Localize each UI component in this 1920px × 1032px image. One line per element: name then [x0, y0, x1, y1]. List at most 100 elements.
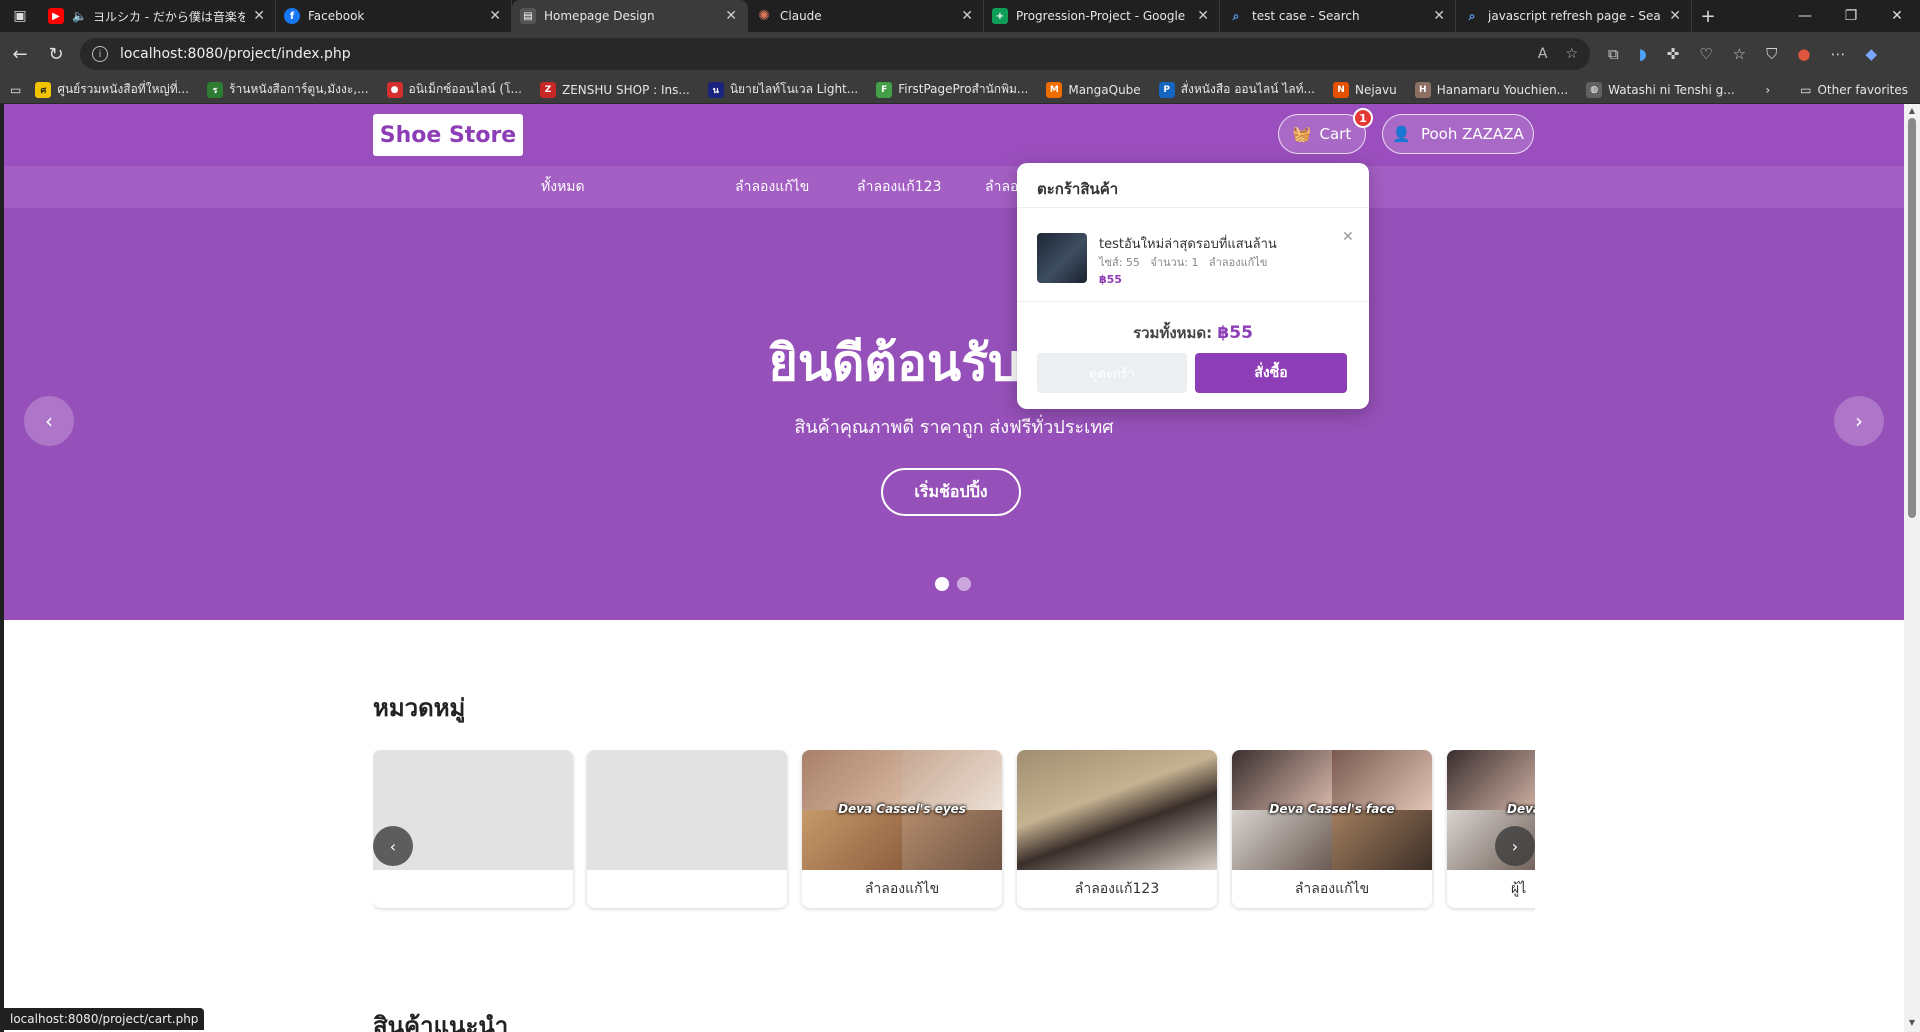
extensions-toolbar: ⧉ ◗ ✜ ♡ ☆ ⛉ ● ⋯ ◆: [1608, 45, 1877, 63]
close-tab-icon[interactable]: ✕: [1197, 8, 1209, 24]
bookmarks-bar: ▭ ศศูนย์รวมหนังสือที่ใหญ่ที่... รร้านหนั…: [0, 76, 1920, 104]
category-label: ลำลองแก้123: [1074, 881, 1160, 897]
carousel-dot[interactable]: [957, 577, 971, 591]
puzzle-icon[interactable]: ✜: [1667, 45, 1680, 63]
scroll-up-icon[interactable]: ▲: [1904, 106, 1920, 115]
cart-item-image: [1037, 233, 1087, 283]
bookmark-icon: N: [1332, 81, 1349, 98]
tab-title: Facebook: [308, 9, 365, 23]
scrollbar-thumb[interactable]: [1908, 118, 1916, 518]
total-label: รวมทั้งหมด:: [1133, 324, 1218, 342]
close-tab-icon[interactable]: ✕: [725, 8, 737, 24]
recommended-title: สินค้าแนะนำ: [373, 1012, 509, 1032]
site-logo[interactable]: Shoe Store: [373, 114, 523, 156]
divider: [1017, 207, 1369, 208]
favorite-star-icon[interactable]: ☆: [1565, 46, 1578, 62]
read-aloud-icon[interactable]: A: [1538, 46, 1548, 62]
browser-essentials-icon[interactable]: ⛉: [1766, 45, 1777, 63]
close-tab-icon[interactable]: ✕: [961, 8, 973, 24]
bookmark-item[interactable]: Z ZENSHU SHOP : Ins...: [539, 81, 690, 98]
minimize-icon[interactable]: —: [1782, 0, 1828, 32]
claude-icon: ✺: [758, 8, 770, 24]
folder-icon: ▭: [1800, 82, 1812, 97]
profile-avatar-icon[interactable]: ●: [1797, 45, 1810, 63]
facebook-icon: f: [284, 8, 300, 24]
image-caption: Deva Cassel's eyes: [838, 802, 966, 816]
favorites-icon[interactable]: ☆: [1733, 45, 1746, 63]
tab-youtube[interactable]: ▶ 🔈 ヨルシカ - だから僕は音楽を辞め ✕: [40, 0, 276, 32]
categories-title: หมวดหมู่: [373, 694, 466, 722]
close-window-icon[interactable]: ✕: [1874, 0, 1920, 32]
scroll-down-icon[interactable]: ▼: [1904, 1018, 1920, 1027]
speaker-icon[interactable]: 🔈: [72, 9, 87, 23]
tab-actions-icon[interactable]: ▣: [0, 0, 40, 32]
bookmark-icon: น: [707, 81, 724, 98]
status-bar-url: localhost:8080/project/cart.php: [4, 1008, 205, 1030]
hero-next-button[interactable]: ›: [1834, 396, 1884, 446]
category-next-button[interactable]: ›: [1495, 826, 1535, 866]
bookmark-icon: ศ: [35, 81, 52, 98]
address-bar[interactable]: i localhost:8080/project/index.php A ☆: [80, 38, 1590, 70]
category-card[interactable]: Deva Cassel's face ลำลองแก้ไข: [1232, 750, 1432, 908]
chevron-right-icon[interactable]: ›: [1765, 83, 1770, 97]
bookmark-item[interactable]: H Hanamaru Youchien...: [1414, 81, 1568, 98]
tab-search-js-refresh[interactable]: ⌕ javascript refresh page - Search ✕: [1456, 0, 1692, 32]
bookmark-item[interactable]: F FirstPageProสำนักพิม...: [876, 80, 1028, 99]
cart-count-badge: 1: [1353, 108, 1373, 128]
category-carousel: Deva Cassel's eyes ลำลองแก้ไข ลำลองแก้12…: [373, 750, 1535, 912]
close-tab-icon[interactable]: ✕: [253, 8, 265, 24]
cart-label: Cart: [1319, 125, 1352, 143]
other-favorites[interactable]: Other favorites: [1817, 83, 1908, 97]
carousel-dot-active[interactable]: [935, 577, 949, 591]
extension-icon[interactable]: ◗: [1639, 45, 1647, 63]
tab-search-test-case[interactable]: ⌕ test case - Search ✕: [1220, 0, 1456, 32]
bookmark-item[interactable]: P สั่งหนังสือ ออนไลน์ ไลท์...: [1158, 80, 1315, 99]
start-shopping-button[interactable]: เริ่มช้อปปิ้ง: [881, 468, 1021, 516]
tab-facebook[interactable]: f Facebook ✕: [276, 0, 512, 32]
view-cart-button[interactable]: ดูตะกร้า: [1037, 353, 1187, 393]
page-scrollbar[interactable]: ▲ ▼: [1904, 104, 1920, 1032]
close-tab-icon[interactable]: ✕: [1433, 8, 1445, 24]
back-icon[interactable]: ←: [2, 36, 38, 72]
close-tab-icon[interactable]: ✕: [1669, 8, 1681, 24]
cart-dropdown-title: ตะกร้าสินค้า: [1037, 180, 1119, 198]
total-amount: ฿55: [1217, 323, 1253, 343]
close-tab-icon[interactable]: ✕: [489, 8, 501, 24]
performance-icon[interactable]: ♡: [1699, 45, 1712, 63]
user-button[interactable]: 👤 Pooh ZAZAZA: [1382, 114, 1534, 154]
more-menu-icon[interactable]: ⋯: [1830, 45, 1845, 63]
nav-item[interactable]: ลำลอ: [985, 166, 1018, 208]
category-card[interactable]: ลำลองแก้123: [1017, 750, 1217, 908]
category-card[interactable]: [587, 750, 787, 908]
page-viewport: Shoe Store 🧺 Cart 1 👤 Pooh ZAZAZA ทั้งหม…: [4, 104, 1904, 1032]
nav-item[interactable]: ลำลองแก้123: [857, 166, 942, 208]
basket-icon: 🧺: [1292, 125, 1312, 143]
browser-tab-bar: ▣ ▶ 🔈 ヨルシカ - だから僕は音楽を辞め ✕ f Facebook ✕ ▤…: [0, 0, 1920, 32]
hero-prev-button[interactable]: ‹: [24, 396, 74, 446]
new-tab-icon[interactable]: +: [1692, 0, 1724, 32]
category-card[interactable]: Deva Cassel's eyes ลำลองแก้ไข: [802, 750, 1002, 908]
bookmark-item[interactable]: M MangaQube: [1046, 81, 1141, 98]
bookmark-item[interactable]: N Nejavu: [1332, 81, 1397, 98]
bookmark-item[interactable]: รร้านหนังสือการ์ตูน,มังงะ,...: [207, 80, 369, 99]
tab-sheets[interactable]: + Progression-Project - Google ชีต ✕: [984, 0, 1220, 32]
extension-icon[interactable]: ⧉: [1608, 45, 1619, 63]
image-caption: Deva Cassel's face: [1269, 802, 1395, 816]
restore-icon[interactable]: ❐: [1828, 0, 1874, 32]
remove-item-icon[interactable]: ✕: [1342, 229, 1354, 245]
bookmark-item[interactable]: นนิยายไลท์โนเวล Light...: [707, 80, 858, 99]
tab-homepage-design[interactable]: ▤ Homepage Design ✕: [512, 0, 748, 32]
bookmark-item[interactable]: ◍ Watashi ni Tenshi g...: [1586, 81, 1735, 98]
site-info-icon[interactable]: i: [92, 46, 108, 62]
nav-item-all[interactable]: ทั้งหมด: [541, 166, 585, 208]
copilot-icon[interactable]: ◆: [1865, 45, 1877, 63]
search-icon: ⌕: [1232, 8, 1240, 23]
order-button[interactable]: สั่งซื้อ: [1195, 353, 1347, 393]
refresh-icon[interactable]: ↻: [38, 36, 74, 72]
nav-item[interactable]: ลำลองแก้ไข: [735, 166, 809, 208]
bookmark-item[interactable]: ศศูนย์รวมหนังสือที่ใหญ่ที่...: [35, 80, 189, 99]
reading-list-icon[interactable]: ▭: [10, 83, 21, 97]
category-prev-button[interactable]: ‹: [373, 826, 413, 866]
tab-claude[interactable]: ✺ Claude ✕: [748, 0, 984, 32]
bookmark-item[interactable]: ● อนิเม็กซ์ออนไลน์ (โ...: [386, 80, 522, 99]
